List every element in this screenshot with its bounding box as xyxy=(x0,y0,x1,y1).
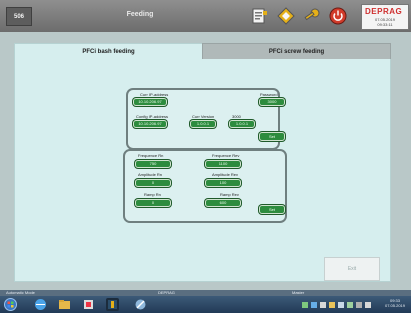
ramp-rn-field[interactable]: 0 xyxy=(135,199,171,207)
folder-icon[interactable] xyxy=(58,298,71,311)
title-bar xyxy=(0,0,411,32)
page-title: Feeding xyxy=(126,11,154,18)
current-ip-label: Curr IP-address xyxy=(140,92,169,97)
deprag-app-icon[interactable] xyxy=(106,298,119,311)
exit-button[interactable]: Exit xyxy=(324,257,380,281)
amplitude-rev-field[interactable]: 100 xyxy=(205,179,241,187)
system-tray[interactable] xyxy=(300,298,380,311)
browser-icon[interactable] xyxy=(34,298,47,311)
ramp-rev-label: Ramp Rev xyxy=(220,192,239,197)
frequence-rn-label: Frequence Rn xyxy=(138,153,164,158)
ramp-rev-field[interactable]: 600 xyxy=(205,199,241,207)
header-time: 09:33:11 xyxy=(377,22,393,27)
screen-number: 506 xyxy=(6,7,32,26)
current-version-field: 1.0.0.1 xyxy=(190,120,216,128)
setting-field[interactable]: 1.0.0.1 xyxy=(229,120,255,128)
start-icon[interactable] xyxy=(4,298,17,311)
config-ip-field[interactable]: 10.10.206.97 xyxy=(133,120,167,128)
current-ip-field: 10.10.206.97 xyxy=(133,98,167,106)
diamond-warning-icon[interactable] xyxy=(276,6,296,26)
current-version-label: Curr Version xyxy=(192,114,215,119)
parameters-set-button[interactable]: Set xyxy=(259,205,285,214)
app-icon[interactable] xyxy=(82,298,95,311)
brand-name: DEPRAG xyxy=(365,7,403,16)
tab-pfci-bash-feeding[interactable]: PFCi bash feeding xyxy=(14,43,203,60)
amplitude-rn-label: Amplitude Rn xyxy=(138,172,163,177)
password-field[interactable]: 3000 xyxy=(259,98,285,106)
frequence-rev-label: Frequence Rev xyxy=(212,153,240,158)
frequence-rn-field[interactable]: 750 xyxy=(135,160,171,168)
power-icon[interactable] xyxy=(328,6,348,26)
document-icon[interactable] xyxy=(250,6,270,26)
password-label: Password xyxy=(260,92,278,97)
setting-label: 3000 xyxy=(232,114,241,119)
config-ip-label: Config IP-address xyxy=(136,114,169,119)
tools-icon[interactable] xyxy=(134,298,147,311)
brand-logo: DEPRAG 07.05.2019 09:33:11 xyxy=(361,4,409,30)
frequence-rev-field[interactable]: 1100 xyxy=(205,160,241,168)
connection-set-button[interactable]: Set xyxy=(259,132,285,141)
tray-clock: 09:33 07.05.2019 xyxy=(383,298,407,308)
tray-date: 07.05.2019 xyxy=(384,303,406,308)
amplitude-rev-label: Amplitude Rev xyxy=(212,172,239,177)
amplitude-rn-field[interactable]: 0 xyxy=(135,179,171,187)
key-icon[interactable] xyxy=(302,6,322,26)
ramp-rn-label: Ramp Rn xyxy=(144,192,161,197)
